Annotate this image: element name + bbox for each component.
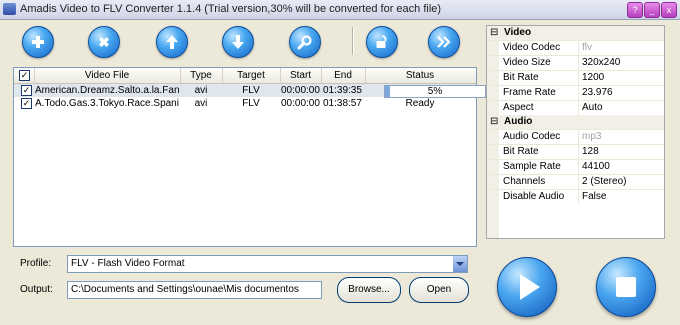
remove-button[interactable] (88, 26, 120, 58)
column-start[interactable]: Start (280, 68, 322, 83)
move-up-button[interactable] (156, 26, 188, 58)
cell-file: American.Dreamz.Salto.a.la.Fan (35, 85, 179, 96)
open-button[interactable]: Open (409, 277, 469, 303)
property-value[interactable]: mp3 (579, 130, 601, 144)
arrow-up-icon (166, 35, 178, 49)
property-key: Video Size (500, 56, 579, 70)
search-icon (297, 35, 312, 50)
property-key: Bit Rate (500, 71, 579, 85)
cell-status: Ready (405, 98, 435, 109)
video-section-title: Video (504, 27, 532, 38)
audio-section-title: Audio (504, 116, 533, 127)
properties-panel: ⊟ Video Video Codec flv Video Size 320x240… (486, 25, 665, 239)
collapse-icon[interactable]: ⊟ (490, 116, 498, 127)
padlock-icon (376, 35, 387, 48)
browse-button[interactable]: Browse... (337, 277, 401, 303)
row-checkbox[interactable]: ✓ (21, 85, 32, 96)
property-row[interactable]: Sample Rate 44100 (487, 159, 664, 174)
collapse-icon[interactable]: ⊟ (490, 27, 498, 38)
property-value[interactable]: 128 (579, 145, 599, 159)
cell-target: FLV (242, 98, 260, 109)
property-row[interactable]: Bit Rate 1200 (487, 70, 664, 85)
property-key: Frame Rate (500, 86, 579, 100)
property-key: Channels (500, 175, 579, 189)
column-status[interactable]: Status (365, 68, 475, 83)
start-button[interactable] (497, 257, 557, 317)
property-value[interactable]: 320x240 (579, 56, 620, 70)
output-path-field[interactable]: C:\Documents and Settings\ounae\Mis docu… (67, 281, 322, 299)
minimize-button[interactable]: _ (644, 2, 660, 18)
arrow-down-icon (232, 35, 244, 49)
cell-type: avi (194, 85, 208, 96)
column-end[interactable]: End (321, 68, 366, 83)
property-row[interactable]: Video Codec flv (487, 40, 664, 55)
select-all-checkbox[interactable]: ✓ (19, 70, 30, 81)
profile-value: FLV - Flash Video Format (71, 258, 185, 269)
property-value[interactable]: 23.976 (579, 86, 613, 100)
property-row[interactable]: Bit Rate 128 (487, 144, 664, 159)
file-list[interactable]: ✓ Video File Type Target Start End Statu… (13, 67, 486, 247)
toolbar (0, 19, 484, 63)
unlock-button[interactable] (366, 26, 398, 58)
cell-end: 01:39:35 (323, 85, 362, 96)
cell-file: A.Todo.Gas.3.Tokyo.Race.Spani (35, 98, 179, 109)
search-button[interactable] (289, 26, 321, 58)
cell-target: FLV (242, 85, 260, 96)
cell-start: 00:00:00 (281, 85, 320, 96)
x-icon (99, 37, 109, 47)
video-section-header[interactable]: ⊟ Video (487, 26, 664, 40)
column-target[interactable]: Target (222, 68, 281, 83)
app-icon (3, 3, 16, 15)
move-down-button[interactable] (222, 26, 254, 58)
next-button[interactable] (428, 26, 460, 58)
property-value[interactable]: Auto (579, 101, 603, 115)
audio-section-header[interactable]: ⊟ Audio (487, 115, 664, 129)
main-window: Amadis Video to FLV Converter 1.1.4 (Tri… (0, 0, 680, 325)
profile-select[interactable]: FLV - Flash Video Format (67, 255, 468, 273)
property-row[interactable]: Frame Rate 23.976 (487, 85, 664, 100)
property-key: Sample Rate (500, 160, 579, 174)
add-button[interactable] (22, 26, 54, 58)
profile-label: Profile: (20, 258, 52, 269)
window-title: Amadis Video to FLV Converter 1.1.4 (Tri… (20, 3, 442, 15)
property-row[interactable]: Aspect Auto (487, 100, 664, 115)
cell-type: avi (194, 98, 208, 109)
stop-button[interactable] (596, 257, 656, 317)
title-bar: Amadis Video to FLV Converter 1.1.4 (Tri… (0, 0, 680, 20)
file-list-header: ✓ Video File Type Target Start End Statu… (14, 68, 476, 84)
property-key: Bit Rate (500, 145, 579, 159)
row-checkbox[interactable]: ✓ (21, 98, 32, 109)
play-icon (520, 274, 540, 300)
property-value[interactable]: False (579, 190, 606, 204)
stop-icon (616, 277, 636, 297)
double-chevron-right-icon (437, 36, 451, 48)
property-row[interactable]: Channels 2 (Stereo) (487, 174, 664, 189)
property-row[interactable]: Video Size 320x240 (487, 55, 664, 70)
help-button[interactable]: ? (627, 2, 643, 18)
table-row[interactable]: ✓ A.Todo.Gas.3.Tokyo.Race.Spani avi FLV … (14, 97, 476, 110)
table-row[interactable]: ✓ American.Dreamz.Salto.a.la.Fan avi FLV… (14, 84, 486, 98)
cell-start: 00:00:00 (281, 98, 320, 109)
property-key: Audio Codec (500, 130, 579, 144)
chevron-down-icon[interactable] (453, 256, 467, 272)
property-value[interactable]: 1200 (579, 71, 604, 85)
select-all-column[interactable]: ✓ (14, 68, 35, 83)
toolbar-separator (352, 27, 354, 55)
cell-end: 01:38:57 (323, 98, 362, 109)
property-row[interactable]: Audio Codec mp3 (487, 129, 664, 144)
property-row[interactable]: Disable Audio False (487, 189, 664, 204)
column-video-file[interactable]: Video File (34, 68, 181, 83)
output-path-value: C:\Documents and Settings\ounae\Mis docu… (71, 284, 299, 295)
property-key: Video Codec (500, 41, 579, 55)
progress-text: 5% (427, 86, 443, 97)
output-label: Output: (20, 284, 53, 295)
column-type[interactable]: Type (180, 68, 223, 83)
plus-icon (32, 36, 44, 48)
property-value[interactable]: flv (579, 41, 592, 55)
property-key: Aspect (500, 101, 579, 115)
property-key: Disable Audio (500, 190, 579, 204)
close-button[interactable]: x (661, 2, 677, 18)
property-value[interactable]: 44100 (579, 160, 610, 174)
property-value[interactable]: 2 (Stereo) (579, 175, 626, 189)
